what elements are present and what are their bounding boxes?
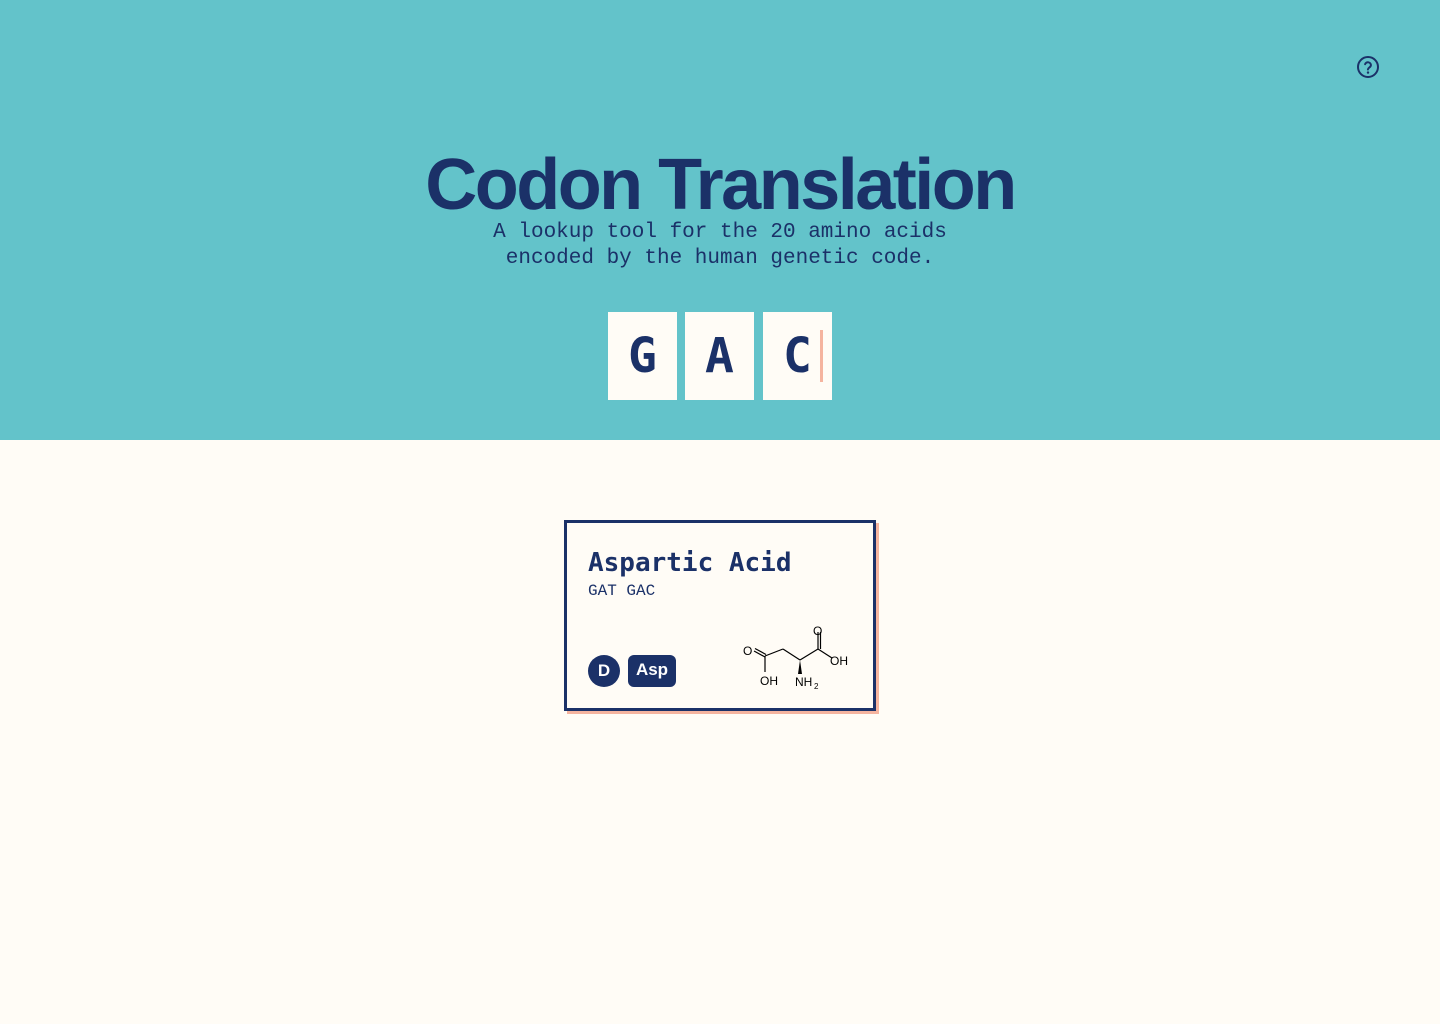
text-caret [820,330,823,382]
codon-base-1-input[interactable]: G [608,312,677,400]
question-circle-icon[interactable] [1356,55,1380,79]
amino-acid-name: Aspartic Acid [588,548,792,578]
codon-base-2-input[interactable]: A [685,312,754,400]
codon-base-2-value: A [705,328,734,384]
three-letter-code-badge: Asp [628,655,676,687]
structure-label-o-right: O [813,624,822,638]
codon-base-3-input[interactable]: C [763,312,832,400]
structure-label-nh-sub: 2 [814,682,819,691]
amino-acid-card[interactable]: Aspartic Acid GAT GAC D Asp O OH O OH NH… [564,520,876,711]
subtitle-line-1: A lookup tool for the 20 amino acids [493,221,947,244]
amino-acid-codons: GAT GAC [588,582,656,600]
page-title: Codon Translation [425,145,1017,225]
codon-base-3-value: C [783,328,812,384]
structure-label-oh-right: OH [830,654,848,668]
hero-section: Codon Translation A lookup tool for the … [0,0,1440,440]
subtitle-line-2: encoded by the human genetic code. [505,247,935,270]
page-subtitle: A lookup tool for the 20 amino acids enc… [0,220,1440,272]
codon-base-1-value: G [628,328,657,384]
chemical-structure-diagram: O OH O OH NH 2 [743,624,848,691]
one-letter-code-badge: D [588,655,620,687]
structure-label-o-left: O [743,644,752,658]
structure-label-nh: NH [795,675,812,689]
structure-label-oh-left: OH [760,674,778,688]
